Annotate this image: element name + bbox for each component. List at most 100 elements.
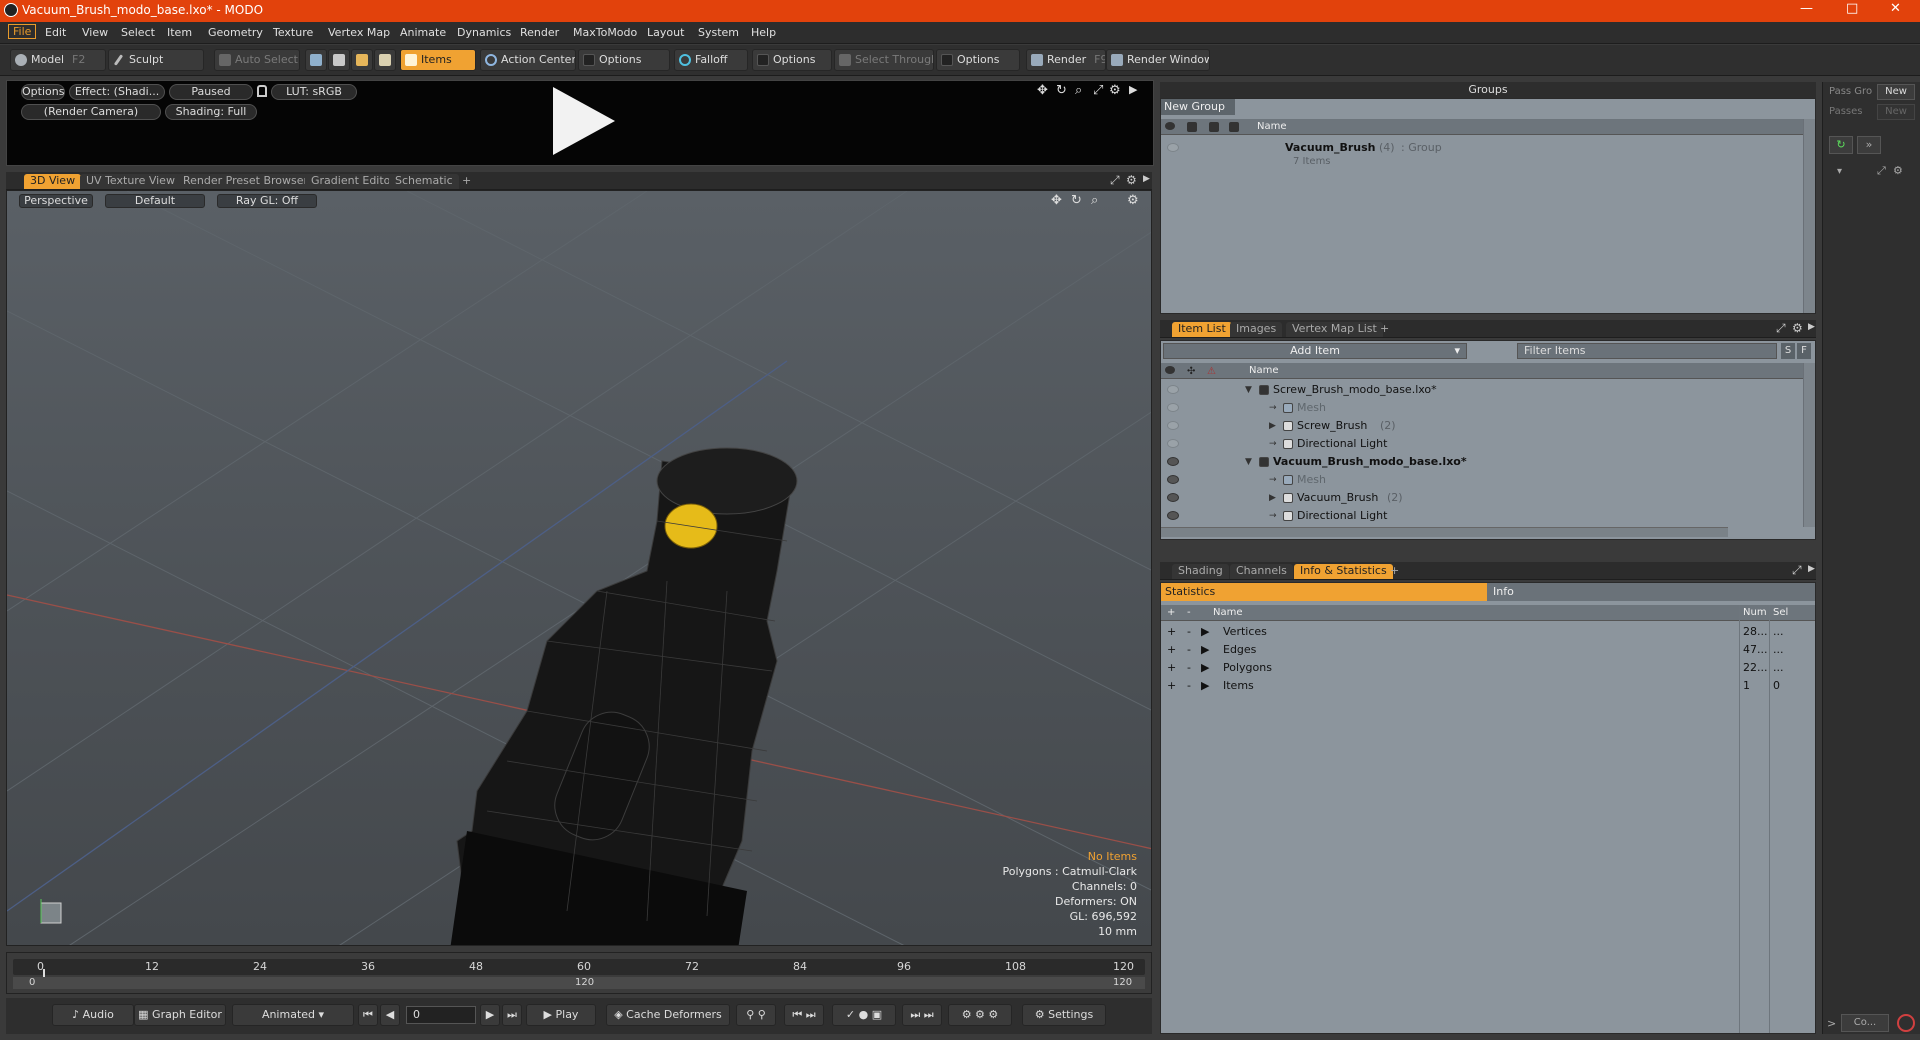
minus-icon[interactable]: - (1187, 677, 1191, 695)
groups-scrollbar[interactable] (1803, 119, 1815, 313)
co-button[interactable]: Co... (1841, 1014, 1889, 1032)
group-row[interactable]: Vacuum_Brush (4) : Group 7 Items (1161, 139, 1803, 167)
add-tab-button[interactable]: + (456, 174, 477, 189)
filter-f-button[interactable]: F (1797, 343, 1811, 359)
gear-icon[interactable]: ⚙ (1109, 83, 1121, 98)
model-mode-button[interactable]: Model F2 (10, 49, 106, 71)
filter-items-input[interactable]: Filter Items (1517, 343, 1777, 359)
orbit-icon[interactable]: ↻ (1071, 193, 1082, 208)
record-button[interactable]: ✓ ● ▣ (832, 1004, 896, 1026)
tab-images[interactable]: Images (1230, 322, 1283, 337)
plus-icon[interactable]: + (1167, 641, 1176, 659)
menu-view[interactable]: View (82, 26, 108, 39)
materials-mode-button[interactable] (374, 49, 396, 71)
render-button[interactable]: RenderF9 (1026, 49, 1106, 71)
zoom-icon[interactable]: ⌕ (1075, 83, 1082, 98)
minus-icon[interactable]: - (1187, 641, 1191, 659)
visibility-eye-icon[interactable] (1167, 511, 1179, 520)
menu-texture[interactable]: Texture (273, 26, 313, 39)
gear-icon[interactable]: ⚙ (1126, 173, 1137, 187)
visibility-eye-icon[interactable] (1167, 475, 1179, 484)
filter-s-button[interactable]: S (1781, 343, 1795, 359)
lock-icon[interactable] (257, 85, 267, 97)
animated-dropdown[interactable]: Animated ▾ (232, 1004, 354, 1026)
expand-arrow-icon[interactable]: ▶ (1201, 659, 1209, 677)
add-item-dropdown[interactable]: Add Item ▾ (1163, 343, 1467, 359)
item-list-row[interactable]: → Directional Light (1161, 507, 1803, 525)
play-button[interactable]: ▶ Play (526, 1004, 596, 1026)
collapse-icon[interactable]: ▼ (1245, 381, 1252, 399)
gear-icon[interactable]: ⚙ (1127, 193, 1139, 208)
stats-row[interactable]: + - ▶ Vertices 28...... (1161, 623, 1815, 641)
expand-icon[interactable]: ⤢ (1093, 83, 1103, 98)
effect-dropdown[interactable]: Effect: (Shadi... (69, 84, 165, 100)
shading-default-dropdown[interactable]: Default (105, 194, 205, 208)
new-group-button[interactable]: New Group (1161, 99, 1235, 115)
minus-icon[interactable]: - (1187, 659, 1191, 677)
forward-icon[interactable]: » (1857, 136, 1881, 154)
item-list-scrollbar[interactable] (1803, 363, 1815, 527)
expand-arrow-icon[interactable]: ▶ (1201, 641, 1209, 659)
tab-channels[interactable]: Channels (1230, 564, 1293, 579)
gear-icon[interactable]: ⚙ (1792, 321, 1803, 335)
falloff-options-button[interactable]: Options (752, 49, 832, 71)
lut-dropdown[interactable]: LUT: sRGB (271, 84, 357, 100)
visibility-eye-icon[interactable] (1167, 385, 1179, 394)
menu-animate[interactable]: Animate (400, 26, 446, 39)
timeline-ruler[interactable]: 0 12 24 36 48 60 72 84 96 108 120 (13, 959, 1145, 977)
camera-dropdown[interactable]: (Render Camera) (21, 104, 161, 120)
action-center-button[interactable]: Action Center (480, 49, 576, 71)
collapse-icon[interactable]: ▼ (1245, 453, 1252, 471)
menu-geometry[interactable]: Geometry (208, 26, 263, 39)
arrow-right-icon[interactable]: ▶ (1808, 322, 1815, 332)
expand-arrow-icon[interactable]: ▶ (1201, 677, 1209, 695)
arrow-right-icon[interactable]: ▶ (1808, 564, 1815, 574)
select-through-button[interactable]: Select Through (834, 49, 934, 71)
expand-arrow-icon[interactable]: ▶ (1269, 489, 1276, 507)
tab-shading[interactable]: Shading (1172, 564, 1229, 579)
items-mode-button[interactable]: Items (400, 49, 476, 71)
step-back-button[interactable]: ◀ (380, 1004, 400, 1026)
tab-vertex-map-list[interactable]: Vertex Map List (1286, 322, 1383, 337)
audio-button[interactable]: ♪ Audio (52, 1004, 134, 1026)
add-tab-button[interactable]: + (1374, 322, 1395, 337)
key-tools-button[interactable]: ⚲ ⚲ (736, 1004, 776, 1026)
pan-icon[interactable]: ✥ (1051, 193, 1062, 208)
auto-select-button[interactable]: Auto Select (214, 49, 300, 71)
refresh-icon[interactable]: ↻ (1829, 136, 1853, 154)
menu-dynamics[interactable]: Dynamics (457, 26, 511, 39)
menu-select[interactable]: Select (121, 26, 155, 39)
item-list-row[interactable]: ▼ Vacuum_Brush_modo_base.lxo* (1161, 453, 1803, 471)
new-pass-button[interactable]: New (1877, 104, 1915, 120)
minimize-button[interactable]: — (1800, 1, 1813, 16)
sculpt-mode-button[interactable]: Sculpt (108, 49, 204, 71)
tab-uv-texture-view[interactable]: UV Texture View (80, 174, 181, 189)
vacuum-brush-model[interactable] (447, 447, 798, 946)
link-arrow-icon[interactable]: → (1269, 507, 1277, 525)
statistics-tab[interactable]: Statistics (1161, 583, 1487, 601)
key-nav-button[interactable]: ⏮ ⏭ (784, 1004, 824, 1026)
plus-icon[interactable]: + (1167, 623, 1176, 641)
item-list-row[interactable]: → Mesh (1161, 399, 1803, 417)
falloff-button[interactable]: Falloff (674, 49, 748, 71)
info-tab[interactable]: Info (1487, 583, 1815, 601)
zoom-icon[interactable]: ⌕ (1091, 193, 1098, 208)
tab-item-list[interactable]: Item List (1172, 322, 1232, 337)
expand-icon[interactable]: ⤢ (1110, 173, 1120, 188)
visibility-eye-icon[interactable] (1167, 493, 1179, 502)
visibility-eye-icon[interactable] (1167, 439, 1179, 448)
stats-row[interactable]: + - ▶ Items 1 0 (1161, 677, 1815, 695)
menu-system[interactable]: System (698, 26, 739, 39)
visibility-eye-icon[interactable] (1167, 457, 1179, 466)
gear-icon[interactable]: ⚙ (1893, 164, 1903, 177)
menu-vertex-map[interactable]: Vertex Map (328, 26, 390, 39)
key-set-button[interactable]: ⚙ ⚙ ⚙ (948, 1004, 1012, 1026)
expand-arrow-icon[interactable]: ▶ (1201, 623, 1209, 641)
range-bar[interactable]: 0 120 120 (13, 977, 1145, 989)
shading-dropdown[interactable]: Shading: Full (165, 104, 257, 120)
edges-mode-button[interactable] (328, 49, 350, 71)
add-tab-button[interactable]: + (1384, 564, 1405, 579)
menu-maxtomodo[interactable]: MaxToModo (573, 26, 637, 39)
polygons-mode-button[interactable] (351, 49, 373, 71)
tab-gradient-editor[interactable]: Gradient Editor (305, 174, 401, 189)
